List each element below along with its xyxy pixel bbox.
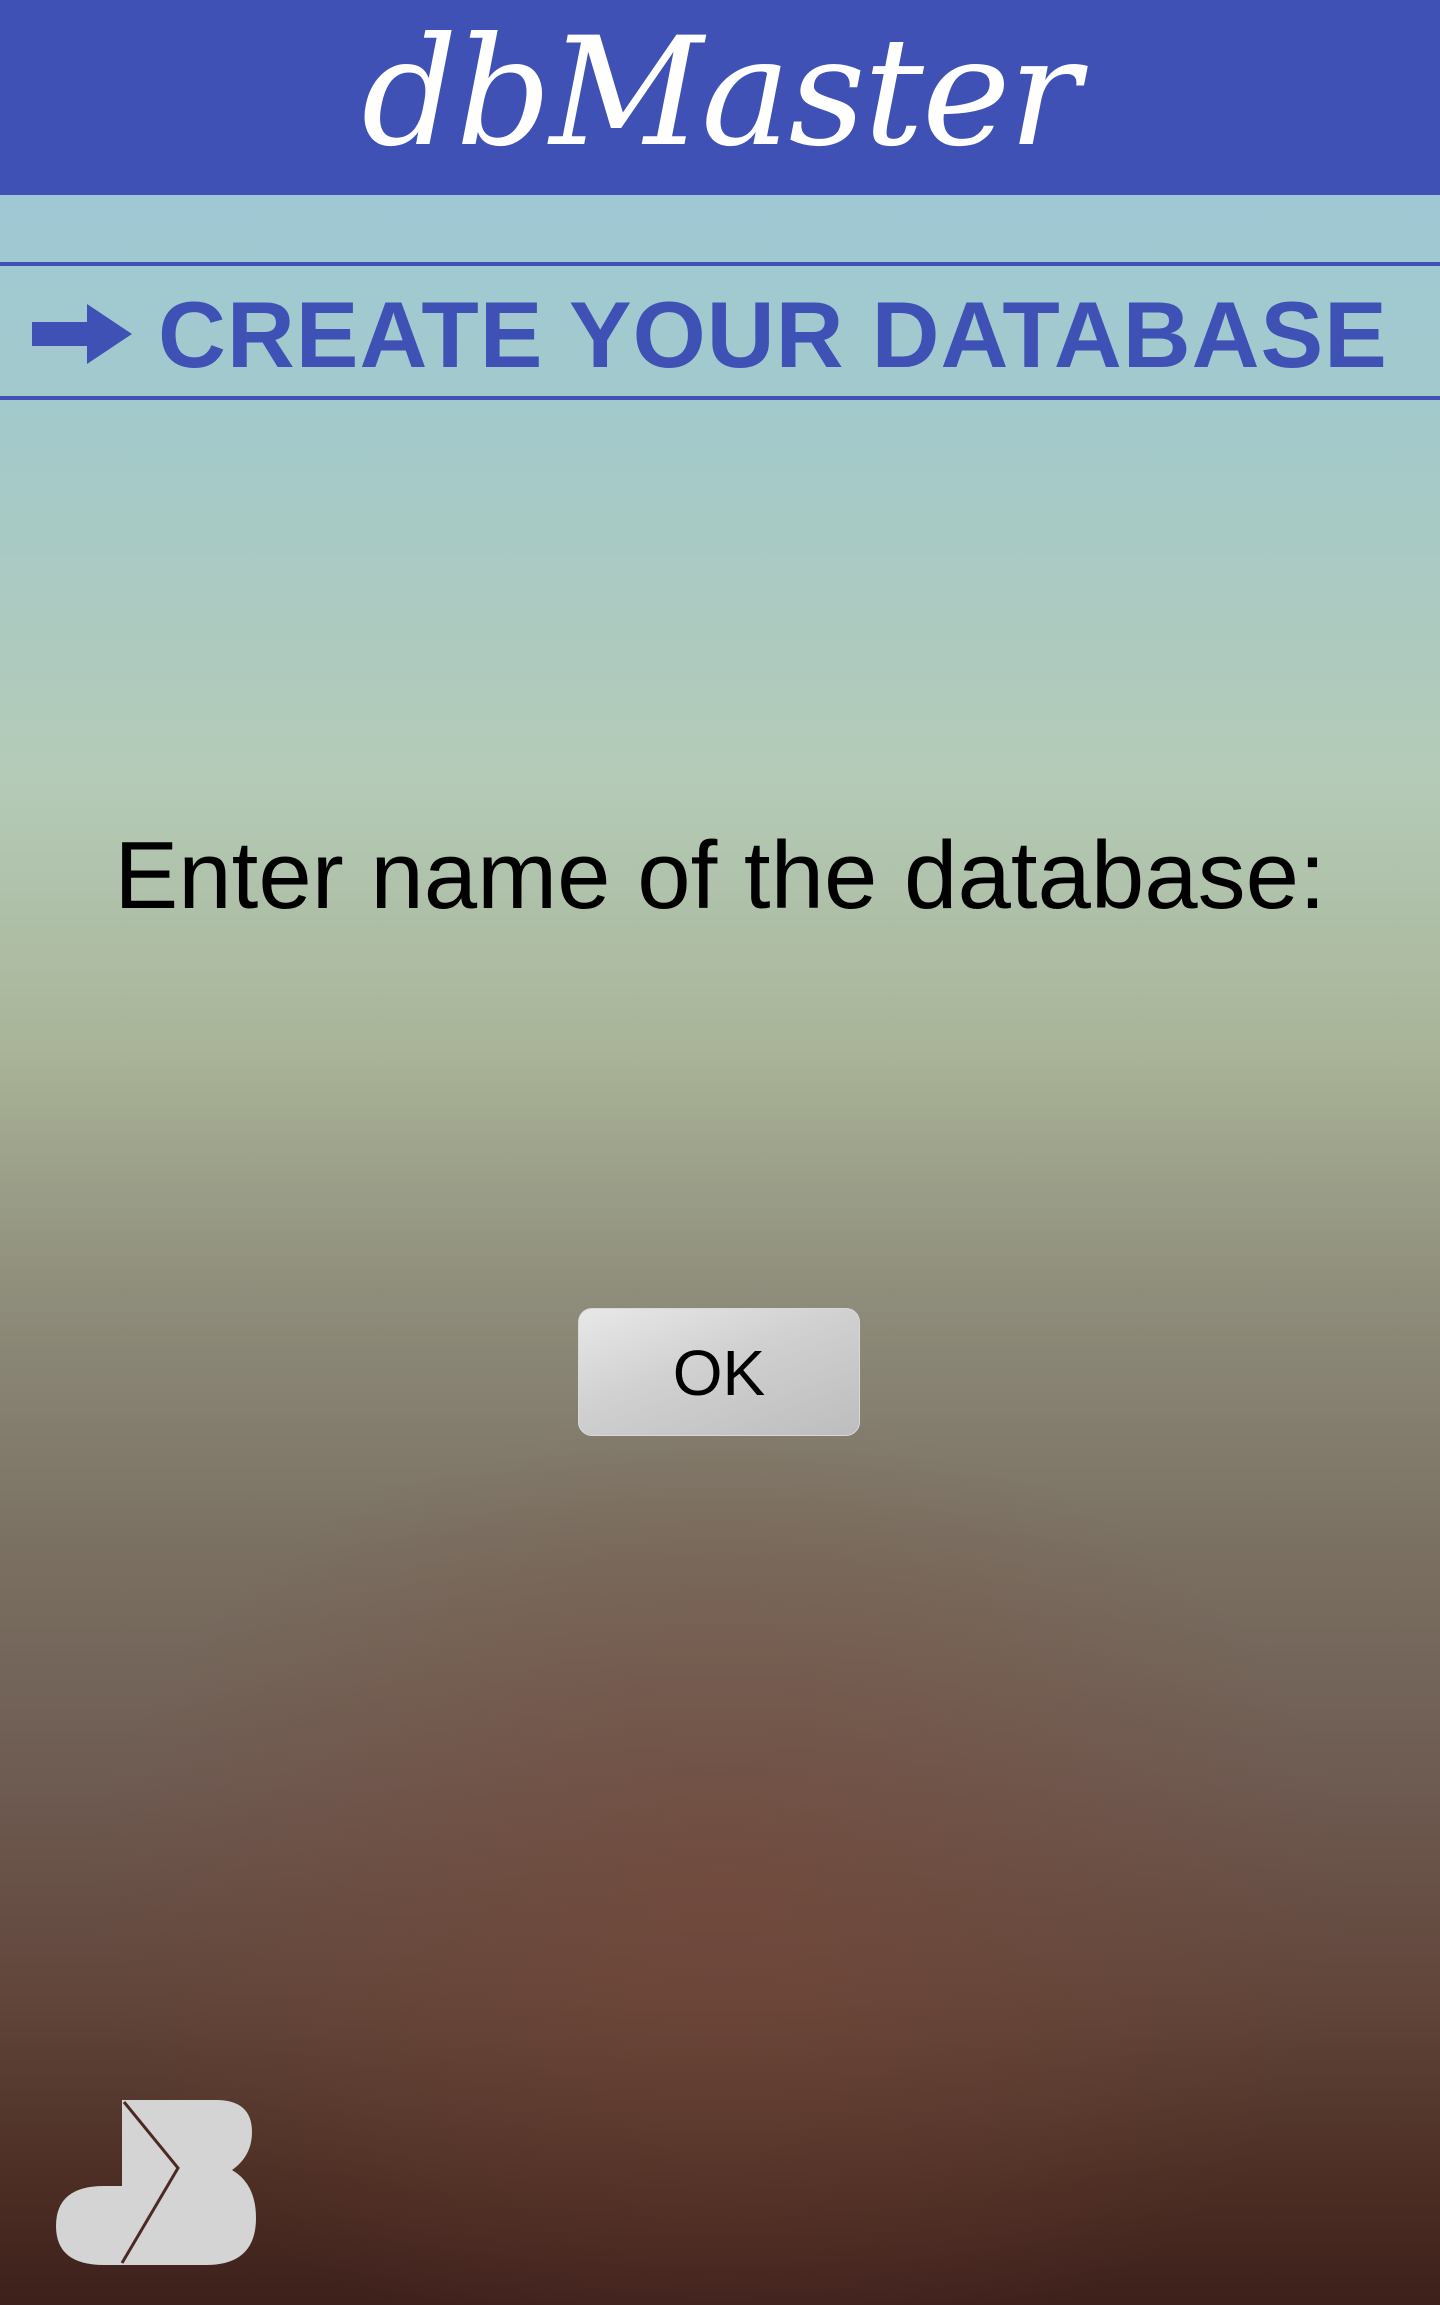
app-header: dbMaster	[0, 0, 1440, 195]
section-header: CREATE YOUR DATABASE	[0, 262, 1440, 400]
db-logo-icon	[56, 2100, 256, 2265]
arrow-right-icon	[32, 304, 132, 364]
database-name-prompt: Enter name of the database:	[114, 822, 1326, 929]
section-title: CREATE YOUR DATABASE	[158, 282, 1388, 387]
ok-button[interactable]: OK	[578, 1308, 860, 1436]
app-title: dbMaster	[361, 5, 1081, 180]
